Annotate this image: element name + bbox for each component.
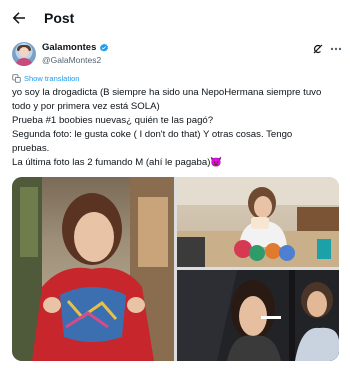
avatar[interactable] (12, 42, 36, 66)
photo-woman-red-hoodie[interactable] (12, 177, 174, 361)
verified-badge-icon (100, 43, 109, 52)
tweet-line: todo y por primera vez está SOLA) (12, 101, 160, 112)
author-display-name[interactable]: Galamontes (42, 42, 96, 53)
author-name-row: Galamontes (42, 42, 109, 53)
tweet-line: Segunda foto: le gusta coke ( I don't do… (12, 129, 293, 140)
page-title: Post (44, 10, 75, 26)
grok-icon[interactable] (312, 43, 324, 55)
tweet-text: yo soy la drogadicta (B siempre ha sido … (12, 86, 342, 170)
tweet-line: pruebas. (12, 143, 50, 154)
show-translation-link[interactable]: Show translation (12, 74, 79, 83)
photo-two-women-in-car[interactable] (177, 270, 339, 361)
author-handle[interactable]: @GalaMontes2 (42, 55, 101, 65)
photo-woman-at-table[interactable] (177, 177, 339, 267)
tweet-line: yo soy la drogadicta (B siempre ha sido … (12, 87, 322, 98)
top-bar: Post (0, 0, 350, 38)
translate-label[interactable]: Show translation (24, 74, 79, 83)
tweet-line: La última foto las 2 fumando M (ahí le p… (12, 157, 223, 168)
tweet-line: Prueba #1 boobies nuevas¿ quién te las p… (12, 115, 214, 126)
media-grid (12, 177, 339, 361)
arrow-left-icon[interactable] (10, 9, 28, 27)
more-icon[interactable] (330, 47, 342, 51)
translate-icon (12, 74, 21, 83)
